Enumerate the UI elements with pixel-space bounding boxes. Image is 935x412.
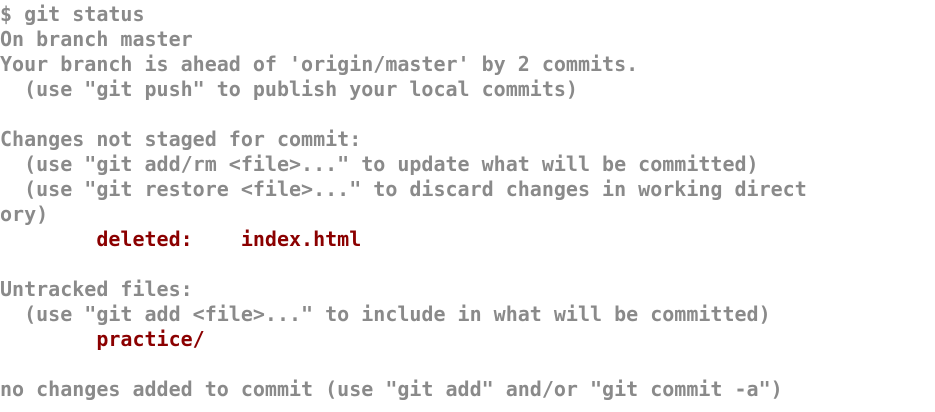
untracked-files-heading: Untracked files: — [0, 277, 193, 301]
summary-line: no changes added to commit (use "git add… — [0, 377, 783, 401]
push-hint-line: (use "git push" to publish your local co… — [0, 77, 578, 101]
untracked-file-entry: practice/ — [96, 327, 205, 351]
branch-status-line: On branch master — [0, 27, 193, 51]
deleted-file-entry: deleted: index.html — [96, 227, 362, 251]
terminal-output[interactable]: $ git status On branch master Your branc… — [0, 2, 935, 412]
add-rm-hint-line: (use "git add/rm <file>..." to update wh… — [0, 152, 759, 176]
ahead-status-line: Your branch is ahead of 'origin/master' … — [0, 52, 639, 76]
restore-hint-line: (use "git restore <file>..." to discard … — [0, 177, 807, 201]
deleted-file-line: deleted: index.html — [0, 227, 935, 252]
command-line: $ git status — [0, 2, 145, 26]
untracked-file-line: practice/ — [0, 327, 935, 352]
restore-hint-wrap-line: ory) — [0, 202, 49, 226]
changes-not-staged-heading: Changes not staged for commit: — [0, 127, 362, 151]
add-hint-line: (use "git add <file>..." to include in w… — [0, 302, 771, 326]
